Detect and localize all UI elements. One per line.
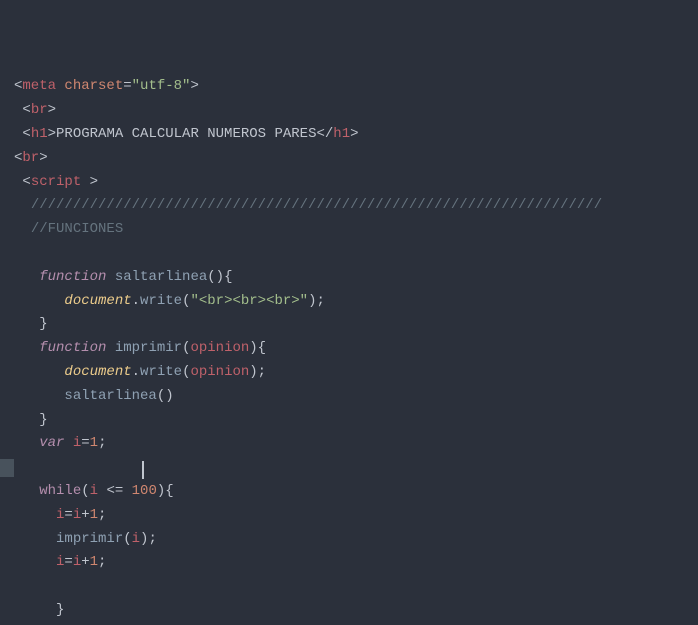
code-line[interactable]: ////////////////////////////////////////…: [14, 194, 602, 218]
code-line[interactable]: <h1>PROGRAMA CALCULAR NUMEROS PARES</h1>: [14, 123, 602, 147]
editor-gutter: [0, 0, 14, 625]
code-editor[interactable]: <meta charset="utf-8"> <br> <h1>PROGRAMA…: [0, 0, 698, 625]
code-line[interactable]: document.write("<br><br><br>");: [14, 290, 602, 314]
code-line[interactable]: <meta charset="utf-8">: [14, 75, 602, 99]
code-line[interactable]: function imprimir(opinion){: [14, 337, 602, 361]
code-area[interactable]: <meta charset="utf-8"> <br> <h1>PROGRAMA…: [14, 0, 602, 625]
code-line[interactable]: [14, 456, 602, 480]
text-cursor: [142, 461, 144, 479]
code-line[interactable]: <br>: [14, 99, 602, 123]
code-line[interactable]: }: [14, 599, 602, 623]
code-line[interactable]: imprimir(i);: [14, 528, 602, 552]
code-line[interactable]: function saltarlinea(){: [14, 266, 602, 290]
line-selection-marker: [0, 459, 14, 477]
code-line[interactable]: i=i+1;: [14, 504, 602, 528]
code-line[interactable]: [14, 242, 602, 266]
code-line[interactable]: //FUNCIONES: [14, 218, 602, 242]
code-line[interactable]: [14, 575, 602, 599]
code-line[interactable]: i=i+1;: [14, 551, 602, 575]
code-line[interactable]: var i=1;: [14, 432, 602, 456]
code-line[interactable]: document.write(opinion);: [14, 361, 602, 385]
code-line[interactable]: saltarlinea(): [14, 385, 602, 409]
code-line[interactable]: <script >: [14, 171, 602, 195]
code-line[interactable]: while(i <= 100){: [14, 480, 602, 504]
code-line[interactable]: }: [14, 409, 602, 433]
code-line[interactable]: }: [14, 313, 602, 337]
code-line[interactable]: <br>: [14, 147, 602, 171]
